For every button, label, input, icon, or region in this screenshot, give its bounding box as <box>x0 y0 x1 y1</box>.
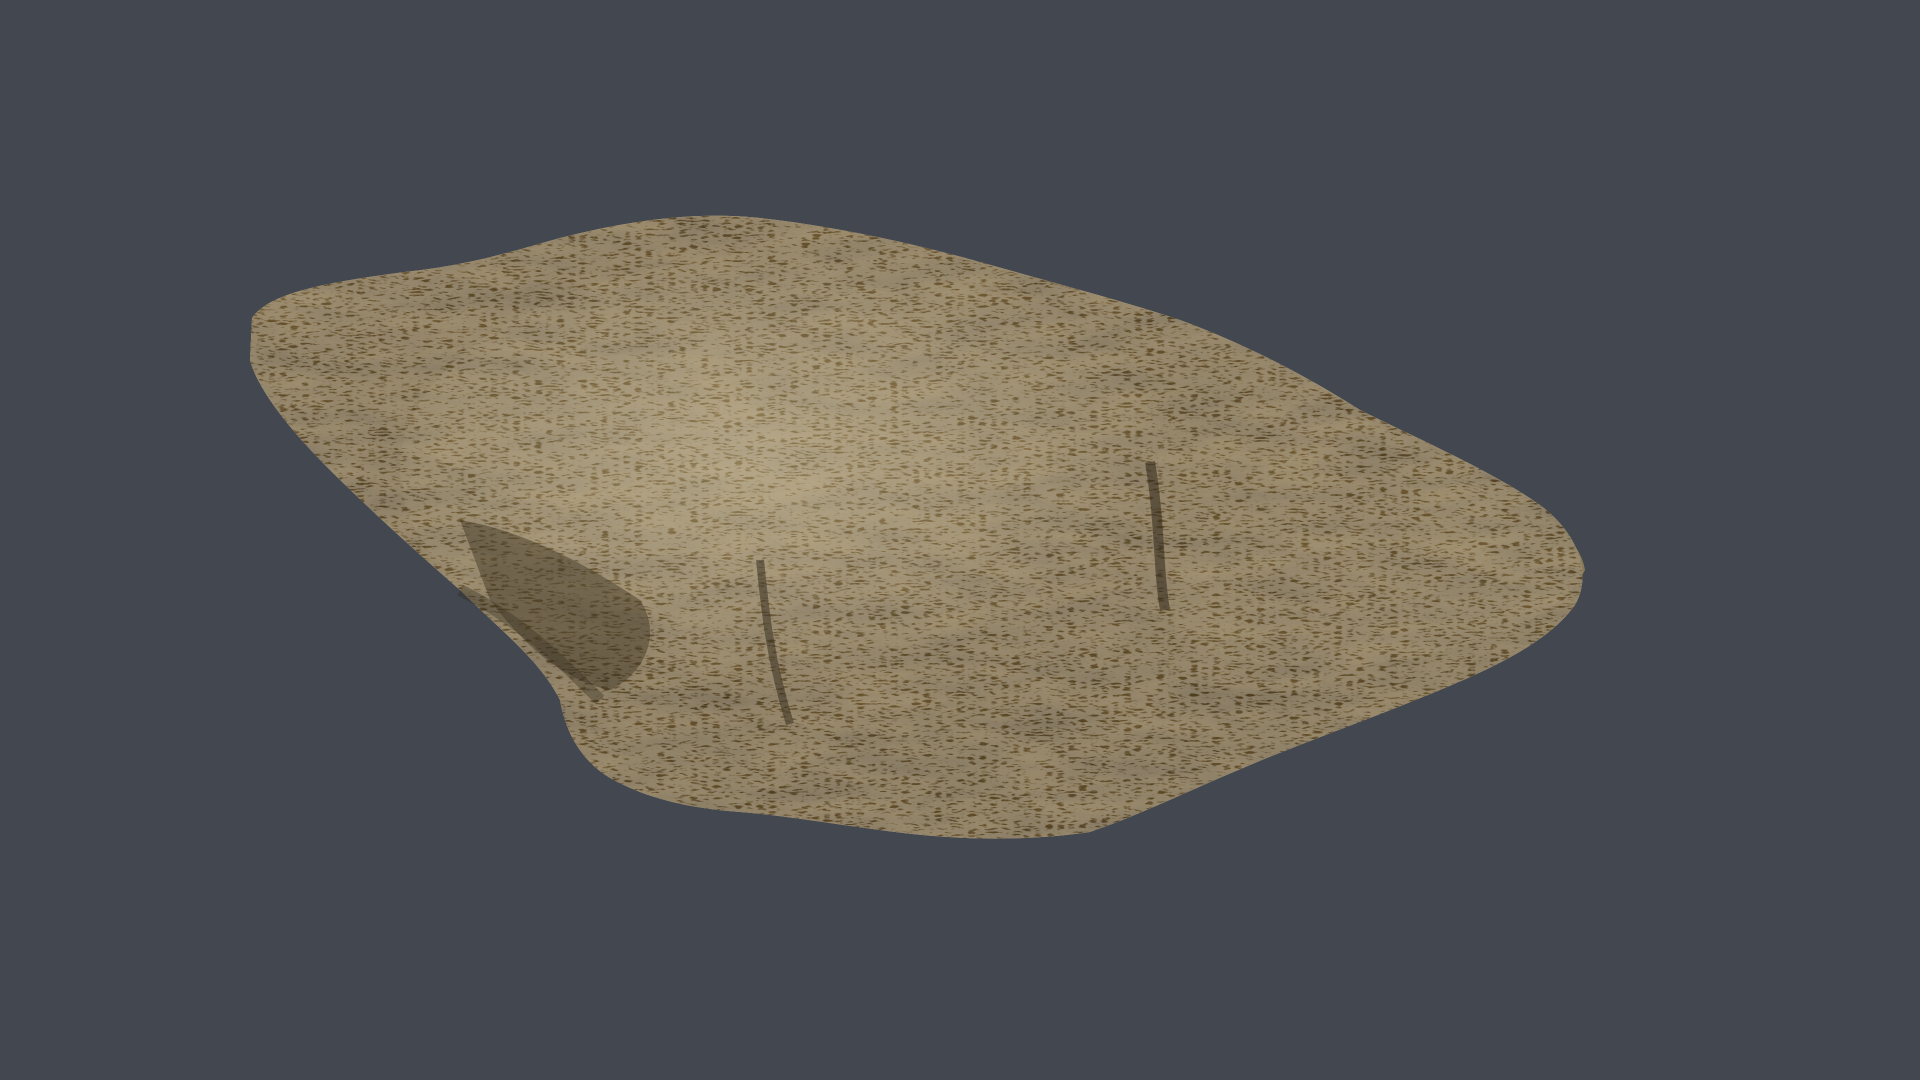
rock-model[interactable] <box>250 215 1585 839</box>
scene-canvas[interactable] <box>0 0 1920 1080</box>
rock-speckles <box>250 215 1583 839</box>
3d-viewport[interactable] <box>0 0 1920 1080</box>
